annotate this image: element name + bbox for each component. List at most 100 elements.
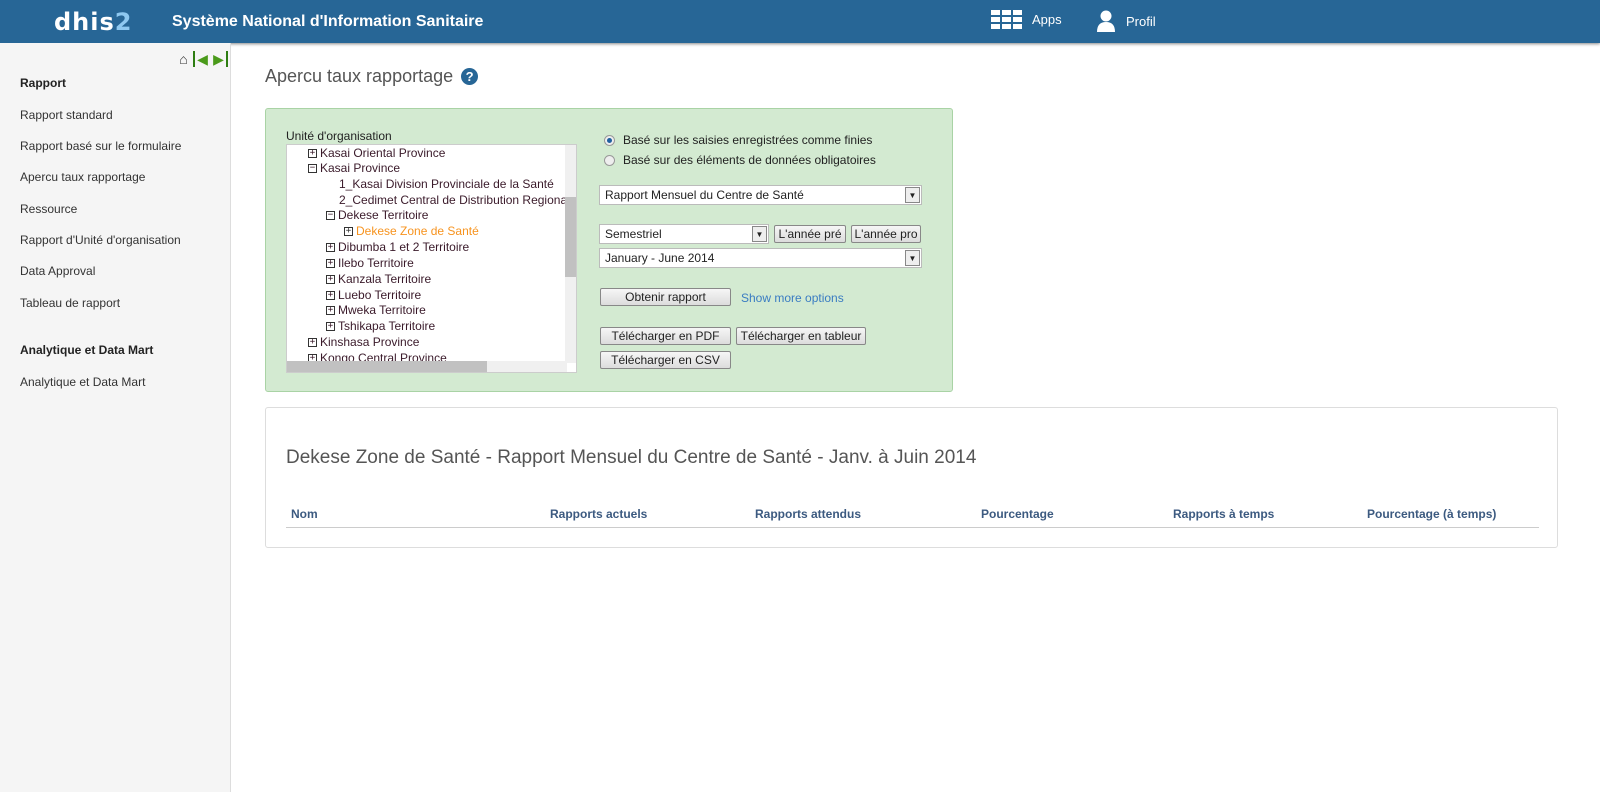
tree-node[interactable]: + Dibumba 1 et 2 Territoire	[326, 240, 469, 254]
sidebar-item-apercu-taux[interactable]: Apercu taux rapportage	[20, 170, 145, 184]
expand-right-icon[interactable]: ▶	[211, 51, 228, 67]
dataset-value: Rapport Mensuel du Centre de Santé	[605, 188, 804, 202]
tree-node[interactable]: 1_Kasai Division Provinciale de la Santé	[339, 177, 554, 191]
column-header-rapports-a-temps: Rapports à temps	[1173, 507, 1275, 521]
radio-button-checked[interactable]	[604, 134, 615, 146]
profile-button[interactable]: Profil	[1096, 10, 1156, 32]
column-header-rapports-attendus: Rapports attendus	[755, 507, 862, 521]
sidebar-item-data-approval[interactable]: Data Approval	[20, 264, 95, 278]
show-more-options-link[interactable]: Show more options	[741, 291, 844, 305]
tree-node-label: Dekese Territoire	[338, 208, 429, 222]
download-pdf-button[interactable]: Télécharger en PDF	[600, 327, 731, 345]
expand-icon[interactable]: +	[326, 274, 335, 284]
period-value: January - June 2014	[605, 251, 715, 265]
tree-node-label: Kinshasa Province	[320, 335, 420, 349]
home-icon[interactable]: ⌂	[175, 51, 192, 67]
tree-node-label: Luebo Territoire	[338, 288, 422, 302]
tree-node-label: Kasai Province	[320, 161, 401, 175]
period-select[interactable]: January - June 2014 ▼	[599, 248, 922, 268]
column-header-pourcentage-a-temps: Pourcentage (à temps)	[1367, 507, 1497, 521]
download-csv-button[interactable]: Télécharger en CSV	[600, 351, 731, 369]
sidebar-item-ressource[interactable]: Ressource	[20, 202, 77, 216]
expand-icon[interactable]: +	[326, 242, 335, 252]
tree-node[interactable]: + Tshikapa Territoire	[326, 319, 435, 333]
period-type-select[interactable]: Semestriel ▼	[599, 224, 769, 244]
apps-grid-icon	[991, 10, 1022, 29]
next-year-button[interactable]: L'année pro	[851, 225, 921, 243]
sidebar-section-analytique: Analytique et Data Mart	[20, 343, 154, 357]
tree-node[interactable]: + Kanzala Territoire	[326, 272, 431, 286]
tree-node-label: Mweka Territoire	[338, 303, 426, 317]
dataset-select[interactable]: Rapport Mensuel du Centre de Santé ▼	[599, 185, 922, 205]
app-title: Système National d'Information Sanitaire	[172, 13, 484, 30]
top-bar: dhis2 Système National d'Information San…	[0, 0, 1600, 43]
column-header-pourcentage: Pourcentage	[981, 507, 1054, 521]
tree-node[interactable]: − Dekese Territoire	[326, 208, 428, 222]
download-spreadsheet-button[interactable]: Télécharger en tableur	[736, 327, 866, 345]
tree-node-label: Dekese Zone de Santé	[356, 224, 479, 238]
page-title-text: Apercu taux rapportage	[265, 66, 454, 86]
expand-icon[interactable]: +	[326, 290, 335, 300]
report-result: Dekese Zone de Santé - Rapport Mensuel d…	[265, 407, 1558, 548]
column-header-rapports-actuels: Rapports actuels	[550, 507, 648, 521]
expand-icon[interactable]: +	[344, 226, 353, 236]
sidebar-section-rapport: Rapport	[20, 76, 66, 90]
apps-button[interactable]: Apps	[991, 10, 1062, 29]
apps-label: Apps	[1032, 12, 1062, 27]
chevron-down-icon[interactable]: ▼	[905, 250, 920, 266]
tree-node-label: Ilebo Territoire	[338, 256, 414, 270]
radio-completed-label: Basé sur les saisies enregistrées comme …	[623, 133, 873, 147]
tree-node[interactable]: + Kinshasa Province	[308, 335, 419, 349]
column-header-nom: Nom	[291, 507, 318, 521]
user-icon	[1097, 10, 1115, 32]
radio-completed[interactable]: Basé sur les saisies enregistrées comme …	[604, 133, 872, 147]
header-divider	[286, 527, 1539, 528]
sidebar-item-rapport-unite[interactable]: Rapport d'Unité d'organisation	[20, 233, 181, 247]
tree-node-label: 1_Kasai Division Provinciale de la Santé	[339, 177, 554, 191]
report-title: Dekese Zone de Santé - Rapport Mensuel d…	[286, 447, 977, 468]
tree-node[interactable]: + Ilebo Territoire	[326, 256, 414, 270]
collapse-icon[interactable]: −	[308, 163, 317, 173]
tree-node-label: Kanzala Territoire	[338, 272, 432, 286]
get-report-button[interactable]: Obtenir rapport	[600, 288, 731, 306]
tree-node-label: Dibumba 1 et 2 Territoire	[338, 240, 470, 254]
expand-icon[interactable]: +	[326, 321, 335, 331]
criteria-panel: Unité d'organisation + Kasai Oriental Pro…	[265, 108, 953, 392]
help-icon[interactable]: ?	[461, 68, 479, 85]
sidebar-item-analytique[interactable]: Analytique et Data Mart	[20, 375, 145, 389]
period-type-value: Semestriel	[605, 227, 662, 241]
previous-year-button[interactable]: L'année pré	[774, 225, 846, 243]
tree-node-selected[interactable]: + Dekese Zone de Santé	[344, 224, 479, 238]
vertical-scrollbar[interactable]	[565, 145, 576, 363]
sidebar-item-rapport-formulaire[interactable]: Rapport basé sur le formulaire	[20, 139, 181, 153]
sidebar: ⌂ ◀ ▶ Rapport Rapport standard Rapport b…	[0, 43, 231, 792]
tree-node[interactable]: 2_Cedimet Central de Distribution Region…	[339, 193, 570, 207]
chevron-down-icon[interactable]: ▼	[905, 187, 920, 203]
tree-node[interactable]: + Kasai Oriental Province	[308, 146, 445, 160]
radio-compulsory-label: Basé sur des éléments de données obligat…	[623, 153, 876, 167]
dhis2-logo[interactable]: dhis2	[54, 8, 132, 36]
expand-icon[interactable]: +	[326, 258, 335, 268]
expand-icon[interactable]: +	[326, 305, 335, 315]
logo-number: 2	[114, 8, 133, 36]
horizontal-scrollbar[interactable]	[287, 361, 567, 372]
collapse-icon[interactable]: −	[326, 210, 335, 220]
radio-compulsory[interactable]: Basé sur des éléments de données obligat…	[604, 153, 876, 167]
page-title: Apercu taux rapportage ?	[265, 66, 479, 87]
tree-node[interactable]: − Kasai Province	[308, 161, 400, 175]
tree-node-label: Tshikapa Territoire	[338, 319, 436, 333]
profile-label: Profil	[1126, 13, 1156, 29]
collapse-left-icon[interactable]: ◀	[193, 51, 210, 67]
sidebar-item-tableau-rapport[interactable]: Tableau de rapport	[20, 296, 120, 310]
org-unit-label: Unité d'organisation	[286, 129, 392, 143]
tree-node[interactable]: + Mweka Territoire	[326, 303, 426, 317]
expand-icon[interactable]: +	[308, 337, 317, 347]
tree-node-label: Kasai Oriental Province	[320, 146, 446, 160]
expand-icon[interactable]: +	[308, 148, 317, 158]
tree-node[interactable]: + Luebo Territoire	[326, 288, 421, 302]
radio-button[interactable]	[604, 154, 615, 166]
logo-text: dhis	[54, 8, 115, 36]
chevron-down-icon[interactable]: ▼	[752, 226, 767, 242]
sidebar-item-rapport-standard[interactable]: Rapport standard	[20, 108, 113, 122]
org-unit-tree[interactable]: + Kasai Oriental Province − Kasai Province…	[286, 144, 577, 373]
